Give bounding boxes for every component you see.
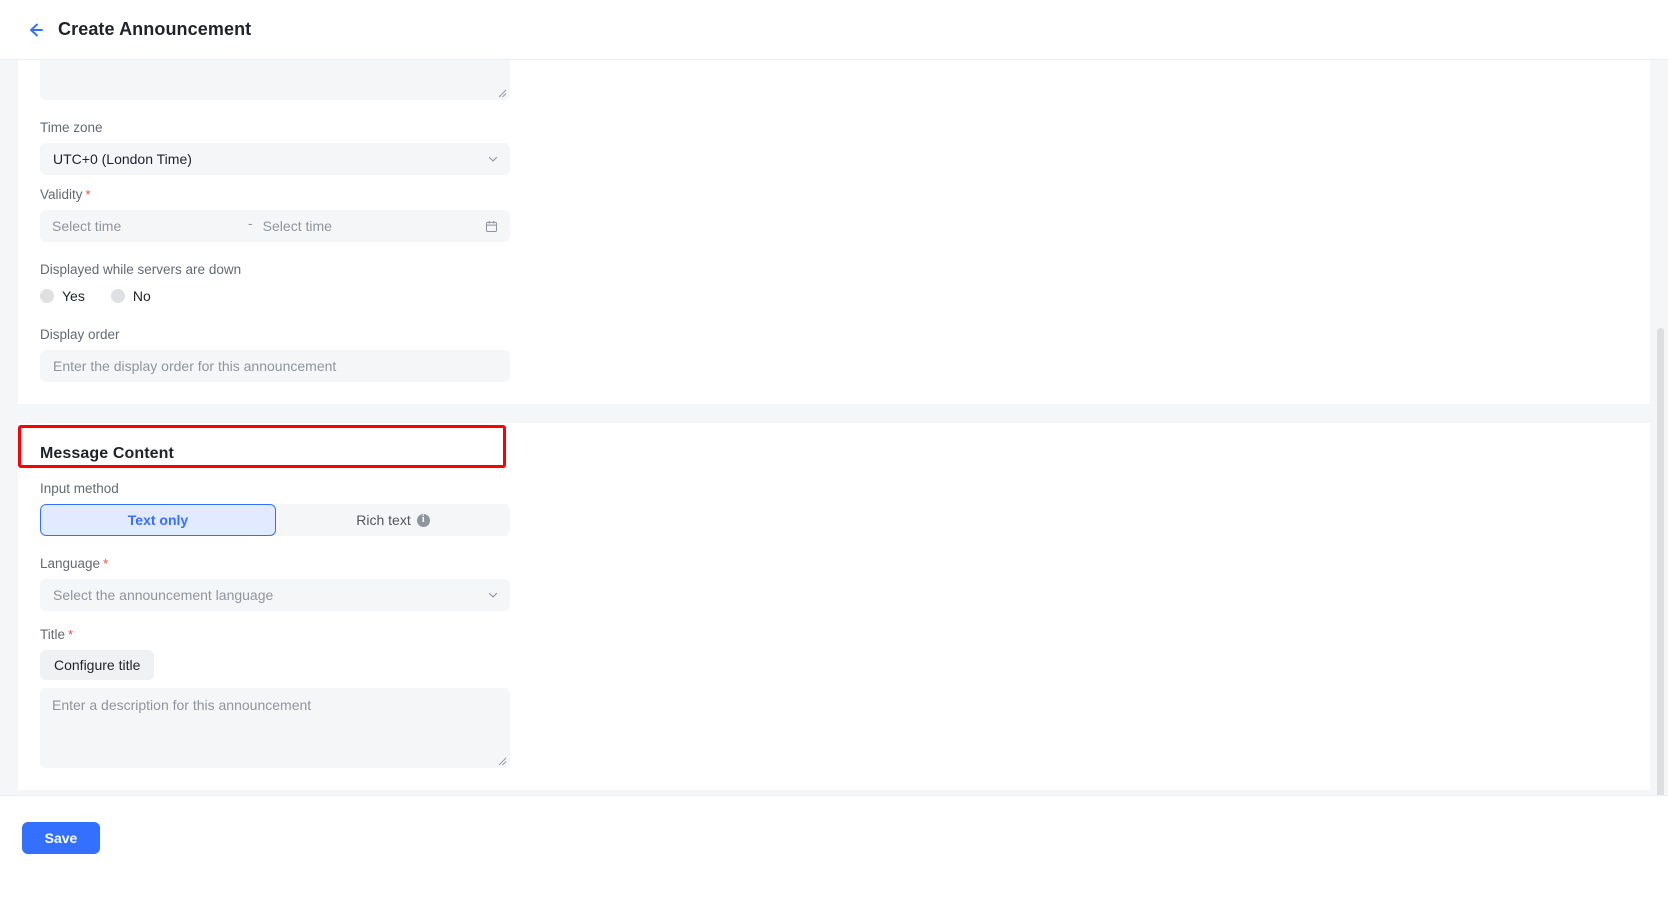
validity-start-input[interactable]: Select time <box>52 218 248 234</box>
configure-title-button[interactable]: Configure title <box>40 650 155 680</box>
input-method-option-rich-text[interactable]: Rich text i <box>276 504 510 536</box>
language-label-text: Language <box>40 556 101 571</box>
message-content-card: Message Content Input method Text only R… <box>18 423 1650 790</box>
create-announcement-page: Create Announcement Time zone UTC+0 (Lon… <box>0 0 1668 911</box>
form-scroll-area: Time zone UTC+0 (London Time) Validity * … <box>0 60 1668 795</box>
language-label: Language * <box>40 556 1650 571</box>
servers-down-label: Displayed while servers are down <box>40 262 242 277</box>
servers-down-radio-group: Yes No <box>40 285 1650 307</box>
servers-down-radio-no[interactable]: No <box>110 288 151 304</box>
title-label-text: Title <box>40 627 66 642</box>
calendar-icon[interactable] <box>485 220 498 233</box>
servers-down-radio-yes[interactable]: Yes <box>40 288 85 304</box>
validity-end-input[interactable]: Select time <box>263 218 459 234</box>
validity-range-separator: - <box>248 215 253 231</box>
title-required-mark: * <box>68 627 74 642</box>
input-method-rich-text-label: Rich text <box>356 512 411 528</box>
resize-grip-icon <box>498 89 507 98</box>
validity-label: Validity * <box>40 187 1650 202</box>
timezone-select[interactable]: UTC+0 (London Time) <box>40 143 510 175</box>
display-order-input[interactable]: Enter the display order for this announc… <box>40 350 510 382</box>
chevron-down-icon <box>487 153 499 165</box>
input-method-option-text-only[interactable]: Text only <box>40 504 276 536</box>
basic-settings-card: Time zone UTC+0 (London Time) Validity * … <box>18 60 1650 404</box>
announcement-description-textarea[interactable]: Enter a description for this announcemen… <box>40 688 510 768</box>
description-placeholder: Enter a description for this announcemen… <box>52 697 312 713</box>
input-method-segmented-control: Text only Rich text i <box>40 504 510 536</box>
servers-down-yes-label: Yes <box>62 288 85 304</box>
save-button[interactable]: Save <box>22 822 100 854</box>
page-header: Create Announcement <box>0 0 1668 60</box>
servers-down-no-label: No <box>132 288 151 304</box>
language-placeholder: Select the announcement language <box>53 587 274 603</box>
section-divider <box>0 404 1668 423</box>
previous-textarea-partial[interactable] <box>40 60 510 100</box>
page-scrollbar-track[interactable] <box>1657 60 1666 798</box>
message-content-title: Message Content <box>40 445 174 462</box>
timezone-value: UTC+0 (London Time) <box>53 151 192 167</box>
page-scrollbar-thumb[interactable] <box>1657 328 1664 798</box>
validity-required-mark: * <box>85 187 91 202</box>
chevron-down-icon <box>487 589 499 601</box>
radio-circle-icon <box>110 289 125 303</box>
resize-grip-icon[interactable] <box>497 756 507 766</box>
language-required-mark: * <box>103 556 109 571</box>
input-method-label: Input method <box>40 481 119 496</box>
page-footer: Save <box>0 795 1668 911</box>
page-title: Create Announcement <box>58 19 252 39</box>
title-label: Title * <box>40 627 1650 642</box>
timezone-label: Time zone <box>40 120 103 135</box>
info-icon[interactable]: i <box>416 513 430 527</box>
display-order-label: Display order <box>40 327 120 342</box>
radio-circle-icon <box>40 289 54 303</box>
input-method-text-only-label: Text only <box>127 512 189 528</box>
validity-label-text: Validity <box>40 187 83 202</box>
validity-range-picker[interactable]: Select time - Select time <box>40 210 510 242</box>
back-arrow-icon[interactable] <box>22 17 48 43</box>
display-order-placeholder: Enter the display order for this announc… <box>53 358 337 374</box>
language-select[interactable]: Select the announcement language <box>40 579 510 611</box>
